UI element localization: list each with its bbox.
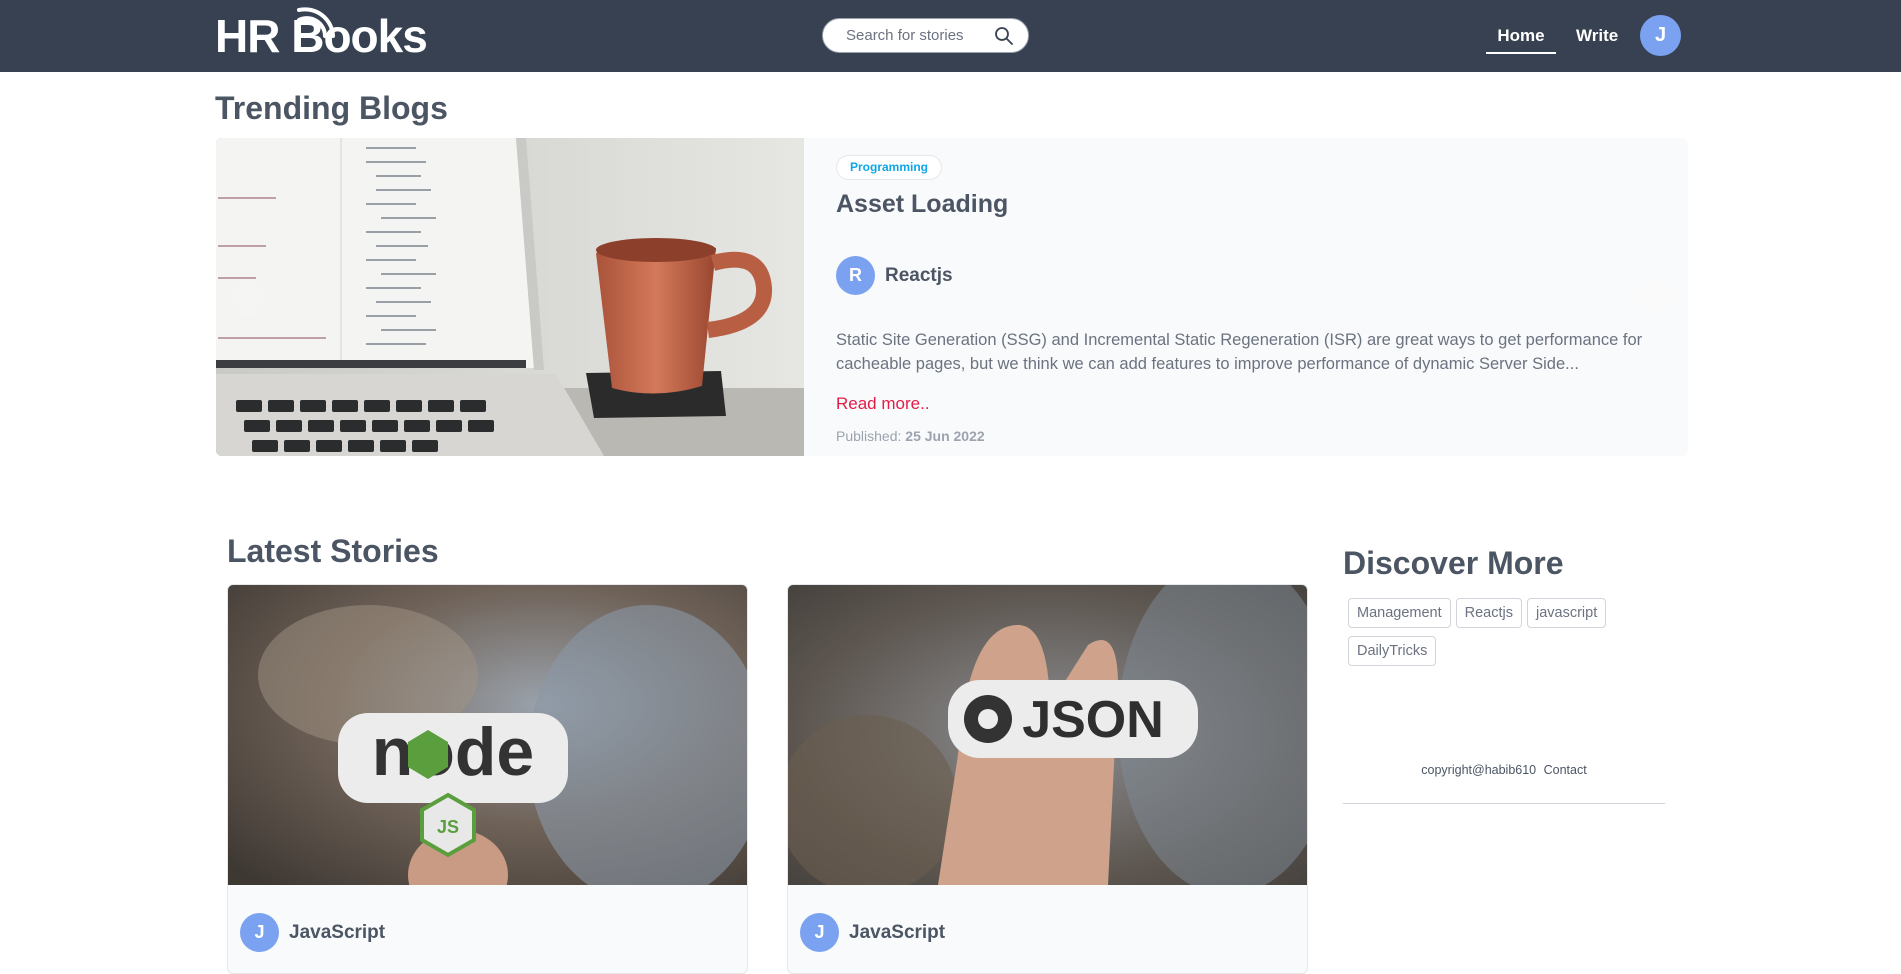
json-sticker-illustration: JSON — [788, 585, 1307, 885]
node-logo-text: node — [372, 714, 534, 790]
nav-write-link[interactable]: Write — [1576, 22, 1618, 50]
trending-post-info: Programming Asset Loading R Reactjs Stat… — [836, 138, 1668, 456]
published-label: Published: — [836, 428, 902, 444]
js-logo-text: JS — [437, 817, 459, 837]
nav-home-link[interactable]: Home — [1486, 22, 1556, 54]
site-logo[interactable]: HR Books — [215, 6, 428, 66]
story-image[interactable]: node JS — [228, 585, 747, 885]
author-avatar: J — [240, 913, 279, 952]
trending-carousel: Programming Asset Loading R Reactjs Stat… — [216, 138, 1688, 456]
story-card[interactable]: JSON J JavaScript — [787, 584, 1308, 974]
wifi-logo-icon — [297, 7, 335, 38]
published-date-value: 25 Jun 2022 — [905, 428, 985, 444]
contact-link[interactable]: Contact — [1544, 763, 1587, 777]
author-name: JavaScript — [289, 921, 386, 943]
story-author[interactable]: J JavaScript — [800, 913, 945, 952]
author-name: JavaScript — [849, 921, 946, 943]
latest-stories-title: Latest Stories — [227, 533, 439, 569]
search-icon[interactable] — [994, 26, 1014, 46]
nodejs-sticker-illustration: node JS — [228, 585, 747, 885]
carousel-prev-button[interactable] — [230, 280, 266, 316]
read-more-link[interactable]: Read more.. — [836, 394, 930, 414]
tag-management[interactable]: Management — [1348, 598, 1451, 628]
published-date: Published: 25 Jun 2022 — [836, 428, 985, 444]
discover-more-title: Discover More — [1343, 545, 1564, 581]
author-avatar: R — [836, 256, 875, 295]
tag-javascript[interactable]: javascript — [1527, 598, 1607, 628]
footer-divider — [1343, 803, 1665, 804]
sidebar-footer: copyright@habib610 Contact — [1343, 763, 1665, 777]
author-name: Reactjs — [885, 264, 953, 286]
story-image[interactable]: JSON — [788, 585, 1307, 885]
carousel-next-button[interactable] — [1638, 280, 1674, 316]
copyright-text: copyright@habib610 — [1421, 763, 1537, 777]
post-title[interactable]: Asset Loading — [836, 190, 1008, 219]
story-author[interactable]: J JavaScript — [240, 913, 385, 952]
post-author[interactable]: R Reactjs — [836, 256, 953, 295]
tag-list: Management Reactjs javascript DailyTrick… — [1348, 598, 1638, 674]
search-box — [822, 18, 1029, 53]
trending-post-image[interactable] — [216, 138, 804, 456]
story-card[interactable]: node JS J JavaScript — [227, 584, 748, 974]
tag-reactjs[interactable]: Reactjs — [1455, 598, 1522, 628]
json-logo-text: JSON — [1022, 691, 1164, 749]
search-input[interactable] — [846, 27, 991, 44]
user-avatar[interactable]: J — [1640, 15, 1681, 56]
tag-dailytricks[interactable]: DailyTricks — [1348, 636, 1437, 666]
post-excerpt: Static Site Generation (SSG) and Increme… — [836, 331, 1643, 373]
trending-title: Trending Blogs — [215, 90, 448, 126]
top-navbar: HR Books Home Write J — [0, 0, 1901, 72]
laptop-coffee-illustration — [216, 138, 804, 456]
category-badge[interactable]: Programming — [836, 155, 943, 180]
author-avatar: J — [800, 913, 839, 952]
